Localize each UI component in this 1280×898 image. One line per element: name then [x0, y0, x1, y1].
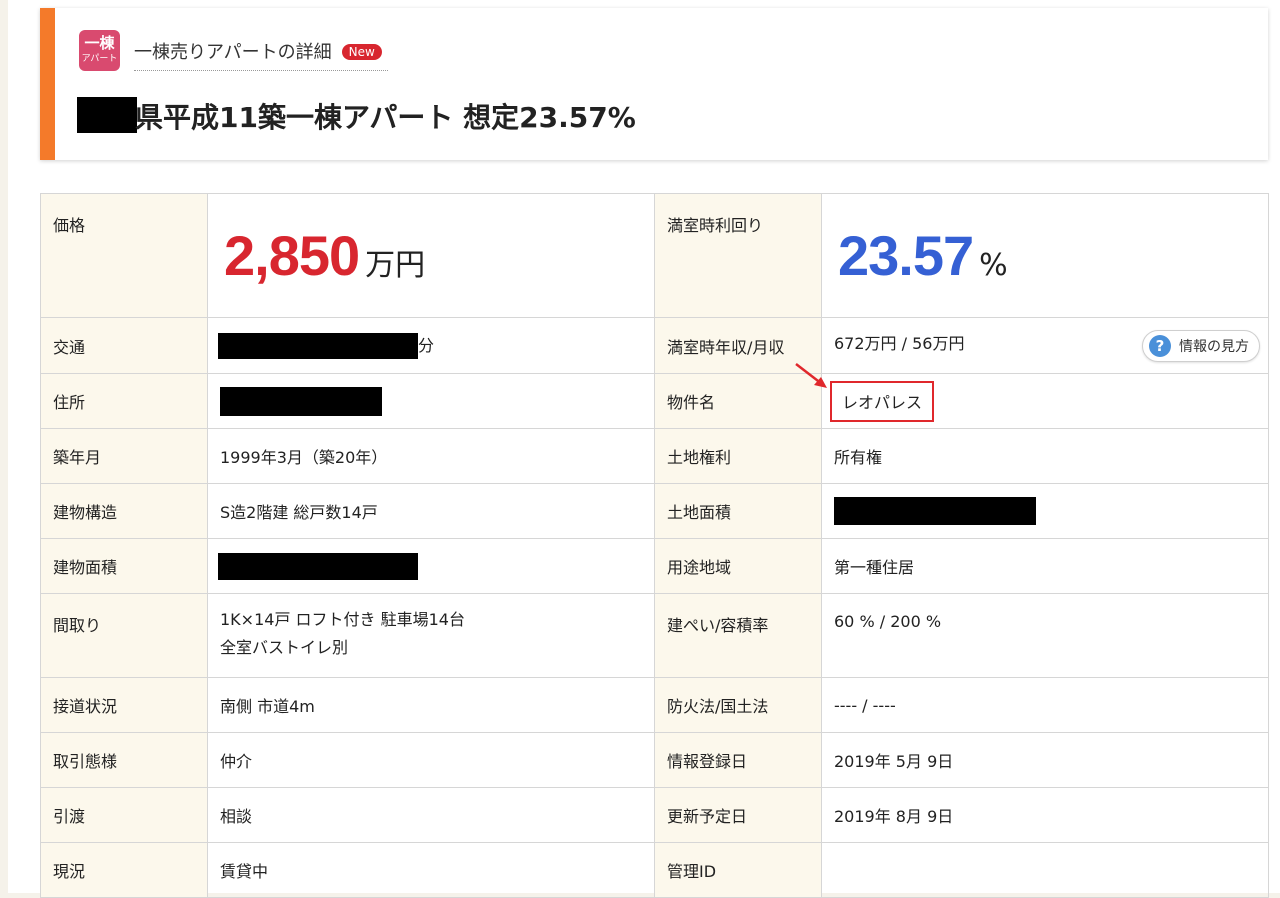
property-name-cell: レオパレス: [821, 373, 1269, 429]
table-row: 現況 賃貸中 管理ID: [40, 842, 1269, 898]
redaction-block: [77, 97, 137, 133]
zoning-value: 第一種住居: [821, 538, 1269, 594]
price-unit: 万円: [365, 248, 426, 283]
road-label: 接道状況: [40, 677, 208, 733]
yield-value: 23.57: [838, 224, 974, 287]
structure-label: 建物構造: [40, 483, 208, 539]
redaction-block: [218, 333, 418, 360]
handover-label: 引渡: [40, 787, 208, 843]
fire-law-label: 防火法/国土法: [654, 677, 822, 733]
road-value: 南側 市道4m: [207, 677, 655, 733]
land-area-label: 土地面積: [654, 483, 822, 539]
built-value: 1999年3月（築20年）: [207, 428, 655, 484]
table-row: 建物面積 用途地域 第一種住居: [40, 538, 1269, 594]
address-cell: [207, 373, 655, 429]
zoning-label: 用途地域: [654, 538, 822, 594]
yield-cell: 23.57%: [821, 193, 1269, 318]
redaction-block: [218, 552, 418, 580]
access-cell: 分: [207, 317, 655, 374]
layout-cell: 1K×14戸 ロフト付き 駐車場14台 全室バストイレ別: [207, 593, 655, 678]
info-guide-button[interactable]: ? 情報の見方: [1142, 329, 1260, 362]
redaction-block: [220, 386, 382, 416]
coverage-label: 建ぺい/容積率: [654, 593, 822, 678]
status-label: 現況: [40, 842, 208, 898]
price-value: 2,850: [224, 224, 360, 287]
update-date-label: 更新予定日: [654, 787, 822, 843]
question-icon: ?: [1149, 334, 1171, 357]
page-title-text: 県平成11築一棟アパート 想定23.57%: [135, 101, 636, 134]
layout-value-line-2: 全室バストイレ別: [220, 638, 349, 657]
handover-value: 相談: [207, 787, 655, 843]
management-id-label: 管理ID: [654, 842, 822, 898]
table-row: 間取り 1K×14戸 ロフト付き 駐車場14台 全室バストイレ別 建ぺい/容積率…: [40, 593, 1269, 678]
address-label: 住所: [40, 373, 208, 429]
property-info-table: 価格 2,850 万円 満室時利回り 23.57% 交通 分 満室時年収/月収 6…: [40, 193, 1269, 898]
page-title: 県平成11築一棟アパート 想定23.57%: [77, 96, 636, 136]
price-label: 価格: [40, 193, 208, 318]
category-label-text: 一棟売りアパートの詳細: [134, 42, 332, 63]
land-area-cell: [821, 483, 1269, 539]
property-name-value: レオパレス: [842, 392, 923, 412]
deal-type-value: 仲介: [207, 732, 655, 788]
status-value: 賃貸中: [207, 842, 655, 898]
building-area-label: 建物面積: [40, 538, 208, 594]
registered-date-value: 2019年 5月 9日: [821, 732, 1269, 788]
building-area-cell: [207, 538, 655, 594]
table-row: 築年月 1999年3月（築20年） 土地権利 所有権: [40, 428, 1269, 484]
category-icon-big-text: 一棟: [84, 34, 115, 52]
coverage-value: 60 % / 200 %: [821, 593, 1269, 678]
price-cell: 2,850 万円: [207, 193, 655, 318]
income-cell: 672万円 / 56万円 ? 情報の見方: [821, 317, 1269, 374]
built-label: 築年月: [40, 428, 208, 484]
table-row: 取引態様 仲介 情報登録日 2019年 5月 9日: [40, 732, 1269, 788]
management-id-value: [821, 842, 1269, 898]
update-date-value: 2019年 8月 9日: [821, 787, 1269, 843]
redaction-block: [834, 497, 1036, 525]
table-row: 交通 分 満室時年収/月収 672万円 / 56万円 ? 情報の見方: [40, 317, 1269, 374]
land-right-value: 所有権: [821, 428, 1269, 484]
deal-type-label: 取引態様: [40, 732, 208, 788]
table-row: 接道状況 南側 市道4m 防火法/国土法 ---- / ----: [40, 677, 1269, 733]
table-row: 引渡 相談 更新予定日 2019年 8月 9日: [40, 787, 1269, 843]
layout-value-line-1: 1K×14戸 ロフト付き 駐車場14台: [220, 610, 465, 629]
access-label: 交通: [40, 317, 208, 374]
registered-date-label: 情報登録日: [654, 732, 822, 788]
layout-label: 間取り: [40, 593, 208, 678]
category-label[interactable]: 一棟売りアパートの詳細 New: [134, 38, 388, 71]
table-row: 住所 物件名 レオパレス: [40, 373, 1269, 429]
land-right-label: 土地権利: [654, 428, 822, 484]
income-value: 672万円 / 56万円: [834, 333, 965, 353]
table-row: 価格 2,850 万円 満室時利回り 23.57%: [40, 193, 1269, 318]
category-icon-small-text: アパート: [81, 54, 118, 64]
table-row: 建物構造 S造2階建 総戸数14戸 土地面積: [40, 483, 1269, 539]
yield-label: 満室時利回り: [654, 193, 822, 318]
annotation-arrow-icon: [795, 363, 827, 388]
page: 一棟 アパート 一棟売りアパートの詳細 New 県平成11築一棟アパート 想定23…: [8, 0, 1280, 898]
new-badge: New: [341, 44, 382, 60]
info-guide-label: 情報の見方: [1179, 338, 1249, 355]
apartment-category-icon: 一棟 アパート: [79, 30, 120, 71]
structure-value: S造2階建 総戸数14戸: [207, 483, 655, 539]
fire-law-value: ---- / ----: [821, 677, 1269, 733]
property-header-card: 一棟 アパート 一棟売りアパートの詳細 New 県平成11築一棟アパート 想定23…: [40, 8, 1268, 160]
yield-unit: %: [979, 248, 1008, 283]
access-value-tail: 分: [418, 335, 435, 355]
property-name-highlight: レオパレス: [830, 380, 935, 422]
